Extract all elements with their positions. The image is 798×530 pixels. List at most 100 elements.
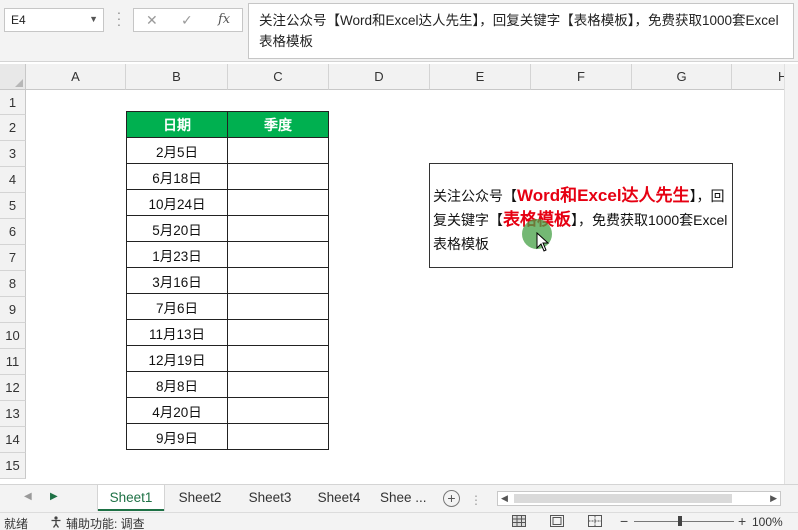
column-header-c[interactable]: C bbox=[228, 64, 329, 90]
insert-function-icon[interactable]: fx bbox=[218, 12, 230, 27]
date-cell[interactable]: 4月20日 bbox=[126, 397, 228, 424]
tab-sheet-more[interactable]: Shee ... bbox=[380, 485, 436, 511]
table-row: 7月6日 bbox=[126, 293, 329, 320]
zoom-slider[interactable] bbox=[634, 521, 734, 522]
horizontal-scrollbar[interactable]: ◀ ▶ bbox=[497, 491, 781, 506]
column-header-a[interactable]: A bbox=[26, 64, 126, 90]
zoom-level[interactable]: 100% bbox=[752, 515, 783, 529]
date-cell[interactable]: 9月9日 bbox=[126, 423, 228, 450]
row-header[interactable]: 10 bbox=[0, 323, 26, 349]
row-header[interactable]: 9 bbox=[0, 297, 26, 323]
quarter-cell[interactable] bbox=[227, 319, 329, 346]
scroll-right-icon[interactable]: ▶ bbox=[770, 493, 777, 504]
quarter-cell[interactable] bbox=[227, 293, 329, 320]
date-cell[interactable]: 11月13日 bbox=[126, 319, 228, 346]
vertical-scrollbar[interactable] bbox=[784, 64, 798, 484]
quarter-cell[interactable] bbox=[227, 215, 329, 242]
row-header[interactable]: 7 bbox=[0, 245, 26, 271]
table-row: 9月9日 bbox=[126, 423, 329, 450]
tab-sheet4[interactable]: Sheet4 bbox=[306, 485, 372, 511]
mouse-pointer-icon bbox=[536, 232, 550, 252]
row-header[interactable]: 15 bbox=[0, 453, 26, 479]
select-all-corner[interactable] bbox=[0, 64, 26, 90]
quarter-cell[interactable] bbox=[227, 241, 329, 268]
row-header[interactable]: 14 bbox=[0, 427, 26, 453]
drag-handle-icon[interactable]: · · · bbox=[116, 5, 122, 31]
quarter-cell[interactable] bbox=[227, 397, 329, 424]
quarter-cell[interactable] bbox=[227, 267, 329, 294]
table-row: 10月24日 bbox=[126, 189, 329, 216]
date-cell[interactable]: 2月5日 bbox=[126, 137, 228, 164]
quarter-cell[interactable] bbox=[227, 137, 329, 164]
zoom-slider-thumb[interactable] bbox=[678, 516, 682, 526]
tab-scroll-left-icon[interactable]: ◀ bbox=[24, 491, 32, 502]
date-cell[interactable]: 5月20日 bbox=[126, 215, 228, 242]
accessibility-status[interactable]: 辅助功能: 调查 bbox=[66, 515, 145, 530]
row-header[interactable]: 2 bbox=[0, 115, 26, 141]
column-header-g[interactable]: G bbox=[632, 64, 732, 90]
promo-text-box[interactable]: 关注公众号【Word和Excel达人先生】，回复关键字【表格模板】，免费获取10… bbox=[429, 163, 733, 268]
zoom-in-icon[interactable]: + bbox=[738, 513, 746, 529]
tab-sheet2[interactable]: Sheet2 bbox=[166, 485, 234, 511]
column-header-d[interactable]: D bbox=[329, 64, 430, 90]
quarter-cell[interactable] bbox=[227, 189, 329, 216]
tab-scroll-right-icon[interactable]: ▶ bbox=[50, 491, 58, 502]
row-header[interactable]: 6 bbox=[0, 219, 26, 245]
sheet-tab-bar: ◀ ▶ Sheet1 Sheet2 Sheet3 Sheet4 Shee ...… bbox=[0, 484, 798, 512]
check-icon[interactable]: ✓ bbox=[181, 12, 193, 29]
zoom-out-icon[interactable]: − bbox=[620, 513, 628, 529]
normal-view-icon[interactable] bbox=[512, 515, 526, 527]
row-header[interactable]: 3 bbox=[0, 141, 26, 167]
row-header[interactable]: 5 bbox=[0, 193, 26, 219]
accessibility-icon[interactable] bbox=[50, 516, 62, 528]
quarter-cell[interactable] bbox=[227, 163, 329, 190]
column-header-b[interactable]: B bbox=[126, 64, 228, 90]
date-cell[interactable]: 12月19日 bbox=[126, 345, 228, 372]
textbox-text: 关注公众号【 bbox=[433, 188, 517, 204]
scroll-left-icon[interactable]: ◀ bbox=[501, 493, 508, 504]
cancel-icon[interactable]: ✕ bbox=[146, 12, 158, 29]
tab-sheet1[interactable]: Sheet1 bbox=[98, 485, 164, 511]
status-ready: 就绪 bbox=[4, 517, 29, 530]
header-date[interactable]: 日期 bbox=[126, 111, 228, 138]
row-header[interactable]: 11 bbox=[0, 349, 26, 375]
page-break-preview-icon[interactable] bbox=[588, 515, 602, 527]
row-header[interactable]: 12 bbox=[0, 375, 26, 401]
row-header[interactable]: 1 bbox=[0, 90, 26, 115]
table-header-row: 日期 季度 bbox=[126, 111, 329, 138]
date-cell[interactable]: 8月8日 bbox=[126, 371, 228, 398]
date-cell[interactable]: 10月24日 bbox=[126, 189, 228, 216]
name-box-value: E4 bbox=[11, 13, 26, 27]
table-row: 12月19日 bbox=[126, 345, 329, 372]
row-header[interactable]: 13 bbox=[0, 401, 26, 427]
tab-splitter-icon[interactable]: ⋮ bbox=[470, 493, 482, 507]
column-header-e[interactable]: E bbox=[430, 64, 531, 90]
row-header[interactable]: 4 bbox=[0, 167, 26, 193]
date-cell[interactable]: 6月18日 bbox=[126, 163, 228, 190]
add-sheet-icon[interactable]: + bbox=[443, 490, 460, 507]
table-row: 4月20日 bbox=[126, 397, 329, 424]
quarter-cell[interactable] bbox=[227, 423, 329, 450]
column-header-f[interactable]: F bbox=[531, 64, 632, 90]
worksheet-grid[interactable]: A B C D E F G H 1 2 3 4 5 6 7 8 9 10 11 … bbox=[0, 64, 784, 484]
formula-tools: ✕ ✓ fx bbox=[133, 8, 243, 32]
chevron-down-icon[interactable]: ▼ bbox=[89, 14, 98, 24]
date-cell[interactable]: 3月16日 bbox=[126, 267, 228, 294]
formula-input[interactable]: 关注公众号【Word和Excel达人先生】，回复关键字【表格模板】，免费获取10… bbox=[248, 3, 794, 59]
table-row: 11月13日 bbox=[126, 319, 329, 346]
header-quarter[interactable]: 季度 bbox=[227, 111, 329, 138]
quarter-cell[interactable] bbox=[227, 345, 329, 372]
date-cell[interactable]: 7月6日 bbox=[126, 293, 228, 320]
table-row: 8月8日 bbox=[126, 371, 329, 398]
date-quarter-table: 日期 季度 2月5日 6月18日 10月24日 5月20日 1月23日 3月16… bbox=[126, 111, 329, 450]
scroll-thumb[interactable] bbox=[514, 494, 732, 503]
table-row: 2月5日 bbox=[126, 137, 329, 164]
formula-bar-area: E4 ▼ · · · ✕ ✓ fx 关注公众号【Word和Excel达人先生】，回复… bbox=[0, 0, 798, 62]
date-cell[interactable]: 1月23日 bbox=[126, 241, 228, 268]
row-header[interactable]: 8 bbox=[0, 271, 26, 297]
page-layout-icon[interactable] bbox=[550, 515, 564, 527]
quarter-cell[interactable] bbox=[227, 371, 329, 398]
name-box[interactable]: E4 ▼ bbox=[4, 8, 104, 32]
tab-sheet3[interactable]: Sheet3 bbox=[236, 485, 304, 511]
column-header-h[interactable]: H bbox=[732, 64, 784, 90]
